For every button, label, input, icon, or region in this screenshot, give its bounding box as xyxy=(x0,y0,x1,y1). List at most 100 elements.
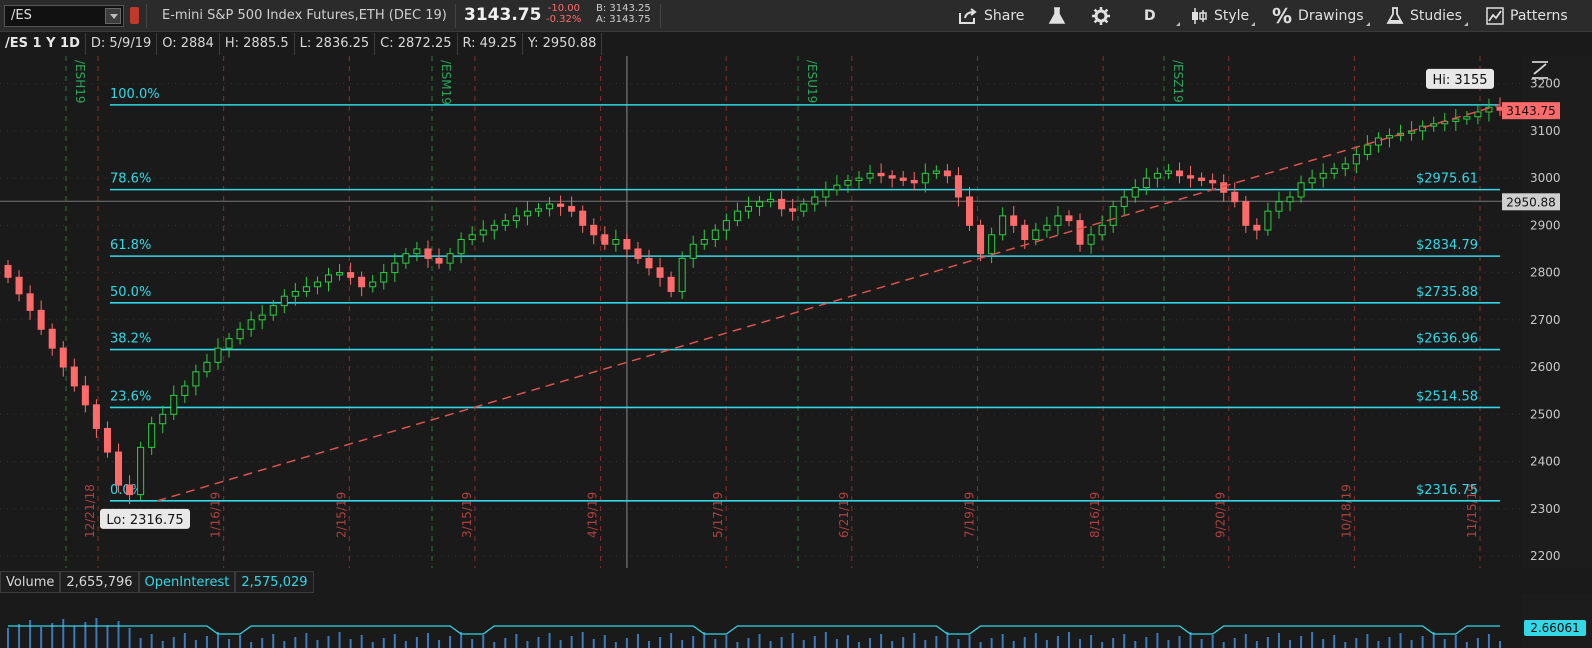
studies-button[interactable]: Studies xyxy=(1386,0,1468,32)
volume-bar xyxy=(471,639,474,648)
volume-bar xyxy=(294,637,297,648)
open-interest-label[interactable]: OpenInterest xyxy=(138,571,236,593)
percent-icon: % xyxy=(1272,4,1293,28)
candle-body xyxy=(1054,215,1062,226)
volume-bar xyxy=(482,635,485,648)
volume-bar xyxy=(1001,634,1004,648)
candle-body xyxy=(590,224,598,236)
candle-style-icon xyxy=(1192,8,1207,24)
volume-bar xyxy=(791,633,794,648)
candle-body xyxy=(413,248,421,255)
candle-body xyxy=(1198,177,1206,181)
net-change-percent: -0.32% xyxy=(546,14,582,25)
price-tick-label: 2600 xyxy=(1530,360,1561,374)
volume-bar xyxy=(636,634,639,648)
high-value: H: 2885.5 xyxy=(220,33,295,55)
volume-bar xyxy=(250,642,253,648)
aggregation-label: D xyxy=(1144,8,1156,24)
drawings-button[interactable]: % Drawings xyxy=(1272,0,1370,32)
corner-indicator xyxy=(1365,22,1370,26)
chart-timeframe[interactable]: /ES 1 Y 1D xyxy=(0,33,86,55)
volume-bar xyxy=(349,639,352,648)
volume-bar xyxy=(758,634,761,648)
volume-bar xyxy=(1056,636,1059,648)
volume-bar xyxy=(813,636,816,648)
style-button[interactable]: Style xyxy=(1190,0,1256,32)
symbol-input[interactable]: /ES xyxy=(4,5,124,27)
chart-toolbar: /ES E-mini S&P 500 Index Futures,ETH (DE… xyxy=(0,0,1592,32)
candle-body xyxy=(490,224,498,231)
candle-body xyxy=(236,328,244,340)
volume-bar xyxy=(51,623,54,648)
volume-bar xyxy=(1112,638,1115,648)
candle-body xyxy=(468,234,476,241)
share-button[interactable]: Share xyxy=(958,0,1024,32)
volume-bar xyxy=(869,638,872,648)
volume-bar xyxy=(371,642,374,648)
candle-body xyxy=(1264,210,1272,231)
flag-icon[interactable] xyxy=(130,7,139,24)
volume-bar xyxy=(769,641,772,648)
fib-percent-label: 61.8% xyxy=(110,238,151,253)
price-chart[interactable]: 12/21/18 1/16/19 2/15/19 3/15/19 4/19/19 5/17… xyxy=(0,56,1592,568)
volume-bar xyxy=(1178,636,1181,648)
aggregation-button[interactable]: D xyxy=(1144,0,1180,32)
volume-bar xyxy=(736,642,739,648)
hi-callout-text: Hi: 3155 xyxy=(1433,73,1488,88)
settings-button[interactable] xyxy=(1092,0,1110,32)
candle-body xyxy=(634,248,642,259)
volume-bar xyxy=(172,637,175,648)
symbol-dropdown-button[interactable] xyxy=(105,8,121,24)
candle-body xyxy=(369,281,377,288)
candle-body xyxy=(921,172,929,184)
volume-bar xyxy=(272,634,275,648)
candle-body xyxy=(380,272,388,283)
date-label: 12/21/18 xyxy=(83,484,97,538)
current-price-text: 3143.75 xyxy=(1506,104,1556,118)
candle-body xyxy=(667,276,675,292)
volume-bar xyxy=(1090,635,1093,648)
price-tick-label: 2200 xyxy=(1530,549,1561,563)
candle-body xyxy=(115,451,123,486)
candle-body xyxy=(1098,224,1106,236)
volume-bar xyxy=(1211,635,1214,648)
candle-body xyxy=(1374,137,1382,146)
volume-bar xyxy=(1200,639,1203,648)
volume-bar xyxy=(117,621,120,648)
volume-pane[interactable]: 2.66061 xyxy=(0,594,1592,648)
volume-bar xyxy=(603,635,606,648)
candle-body xyxy=(733,210,741,222)
volume-bar xyxy=(1101,642,1104,648)
fib-percent-label: 100.0% xyxy=(110,87,160,102)
fib-price-label: $2834.79 xyxy=(1416,238,1478,253)
corner-indicator xyxy=(1463,22,1468,26)
patterns-label: Patterns xyxy=(1510,8,1568,24)
price-chart-canvas[interactable]: 12/21/18 1/16/19 2/15/19 3/15/19 4/19/19 5/17… xyxy=(0,56,1592,568)
volume-bar xyxy=(913,633,916,648)
ask-price: A: 3143.75 xyxy=(596,14,651,25)
candle-body xyxy=(247,319,255,330)
candle-body xyxy=(48,328,56,349)
volume-bar xyxy=(1266,637,1269,648)
volume-bar xyxy=(1388,637,1391,648)
candle-body xyxy=(313,281,321,288)
volume-bar xyxy=(670,633,673,648)
flask-button[interactable] xyxy=(1048,0,1066,32)
volume-bar xyxy=(526,641,529,648)
patterns-button[interactable]: Patterns xyxy=(1486,0,1568,32)
volume-bar xyxy=(802,640,805,648)
volume-label[interactable]: Volume xyxy=(0,571,61,593)
volume-bar xyxy=(1410,640,1413,648)
volume-bar xyxy=(504,638,507,648)
volume-bar xyxy=(1023,637,1026,648)
candle-body xyxy=(965,196,974,226)
candle-body xyxy=(92,404,100,429)
candle-body xyxy=(767,198,775,203)
range-value: R: 49.25 xyxy=(458,33,523,55)
candle-body xyxy=(70,366,78,387)
candle-body xyxy=(126,484,134,496)
volume-bar xyxy=(29,620,32,648)
candle-body xyxy=(822,189,830,198)
candle-body xyxy=(645,257,653,269)
volume-bar xyxy=(1222,642,1225,648)
